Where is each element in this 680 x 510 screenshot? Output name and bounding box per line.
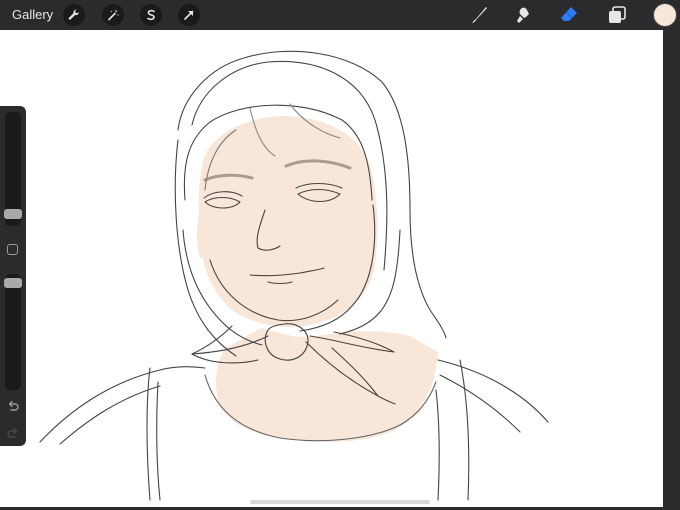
opacity-slider-thumb[interactable] <box>4 278 22 288</box>
smudge-icon[interactable] <box>513 4 535 26</box>
gallery-button[interactable]: Gallery <box>12 7 53 22</box>
wrench-icon[interactable] <box>63 4 85 26</box>
selection-icon[interactable] <box>140 4 162 26</box>
top-toolbar: Gallery <box>0 0 680 30</box>
magic-wand-icon[interactable] <box>102 4 124 26</box>
brush-size-slider-thumb[interactable] <box>4 209 22 219</box>
sketch-artwork <box>39 50 549 501</box>
brush-icon[interactable] <box>468 4 490 26</box>
home-indicator <box>250 500 430 504</box>
undo-icon[interactable] <box>6 399 20 413</box>
left-sidebar <box>0 106 26 446</box>
modify-square-icon[interactable] <box>7 244 18 255</box>
brush-size-slider[interactable] <box>4 112 22 226</box>
redo-icon[interactable] <box>6 426 20 440</box>
drawing-canvas[interactable] <box>0 30 663 507</box>
right-gutter <box>663 30 680 510</box>
color-picker-button[interactable] <box>654 4 676 26</box>
opacity-slider[interactable] <box>4 274 22 390</box>
eraser-icon[interactable] <box>558 4 580 26</box>
transform-arrow-icon[interactable] <box>178 4 200 26</box>
layers-icon[interactable] <box>606 4 628 26</box>
